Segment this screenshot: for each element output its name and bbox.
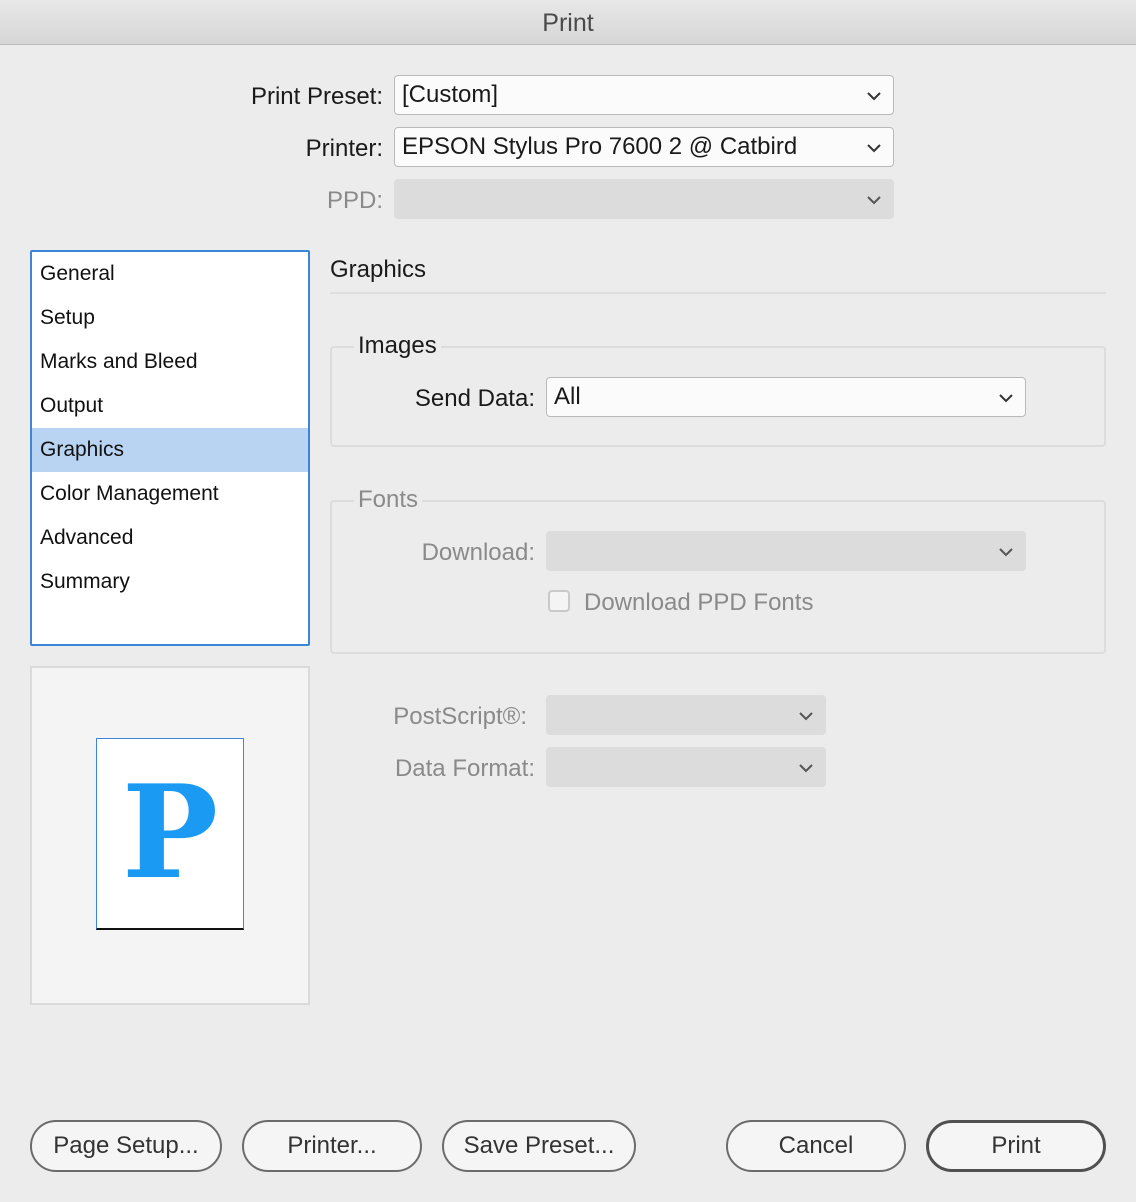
printer-select[interactable]: EPSON Stylus Pro 7600 2 @ Catbird xyxy=(394,127,894,167)
chevron-down-icon xyxy=(867,144,881,153)
page-setup-button[interactable]: Page Setup... xyxy=(30,1120,222,1172)
postscript-select xyxy=(546,695,826,735)
printer-label: Printer: xyxy=(305,135,383,162)
sidebar-item-color-management[interactable]: Color Management xyxy=(32,472,308,516)
sidebar-item-summary[interactable]: Summary xyxy=(32,560,308,604)
page-preview: P xyxy=(96,738,244,930)
images-group-title: Images xyxy=(354,332,441,360)
sidebar-item-setup[interactable]: Setup xyxy=(32,296,308,340)
download-label: Download: xyxy=(421,539,535,566)
sidebar-item-marks-and-bleed[interactable]: Marks and Bleed xyxy=(32,340,308,384)
section-divider xyxy=(330,292,1106,294)
send-data-value: All xyxy=(554,383,581,410)
fonts-group xyxy=(330,500,1106,654)
cancel-button[interactable]: Cancel xyxy=(726,1120,906,1172)
window-title: Print xyxy=(0,0,1136,45)
save-preset-button[interactable]: Save Preset... xyxy=(442,1120,636,1172)
chevron-down-icon xyxy=(799,712,813,721)
section-title: Graphics xyxy=(330,256,427,283)
ppd-select xyxy=(394,179,894,219)
sidebar-item-graphics[interactable]: Graphics xyxy=(32,428,308,472)
send-data-label: Send Data: xyxy=(414,385,535,412)
print-preset-value: [Custom] xyxy=(402,81,499,108)
printer-button[interactable]: Printer... xyxy=(242,1120,422,1172)
ppd-label: PPD: xyxy=(326,187,383,214)
print-preset-label: Print Preset: xyxy=(250,83,383,110)
data-format-label: Data Format: xyxy=(394,755,535,782)
chevron-down-icon xyxy=(867,196,881,205)
sidebar-item-advanced[interactable]: Advanced xyxy=(32,516,308,560)
download-ppd-fonts-label: Download PPD Fonts xyxy=(584,589,814,616)
chevron-down-icon xyxy=(999,394,1013,403)
download-ppd-fonts-checkbox xyxy=(548,590,570,612)
printer-value: EPSON Stylus Pro 7600 2 @ Catbird xyxy=(402,133,798,160)
chevron-down-icon xyxy=(799,764,813,773)
category-list[interactable]: General Setup Marks and Bleed Output Gra… xyxy=(30,250,310,646)
print-button[interactable]: Print xyxy=(926,1120,1106,1172)
chevron-down-icon xyxy=(867,92,881,101)
chevron-down-icon xyxy=(999,548,1013,557)
preview-p-glyph-icon: P xyxy=(122,758,218,908)
download-select xyxy=(546,531,1026,571)
postscript-label: PostScript®: xyxy=(393,703,527,730)
sidebar-item-general[interactable]: General xyxy=(32,252,308,296)
send-data-select[interactable]: All xyxy=(546,377,1026,417)
data-format-select xyxy=(546,747,826,787)
preview-glyph: P xyxy=(122,758,218,908)
sidebar-item-output[interactable]: Output xyxy=(32,384,308,428)
print-preset-select[interactable]: [Custom] xyxy=(394,75,894,115)
fonts-group-title: Fonts xyxy=(354,486,423,514)
